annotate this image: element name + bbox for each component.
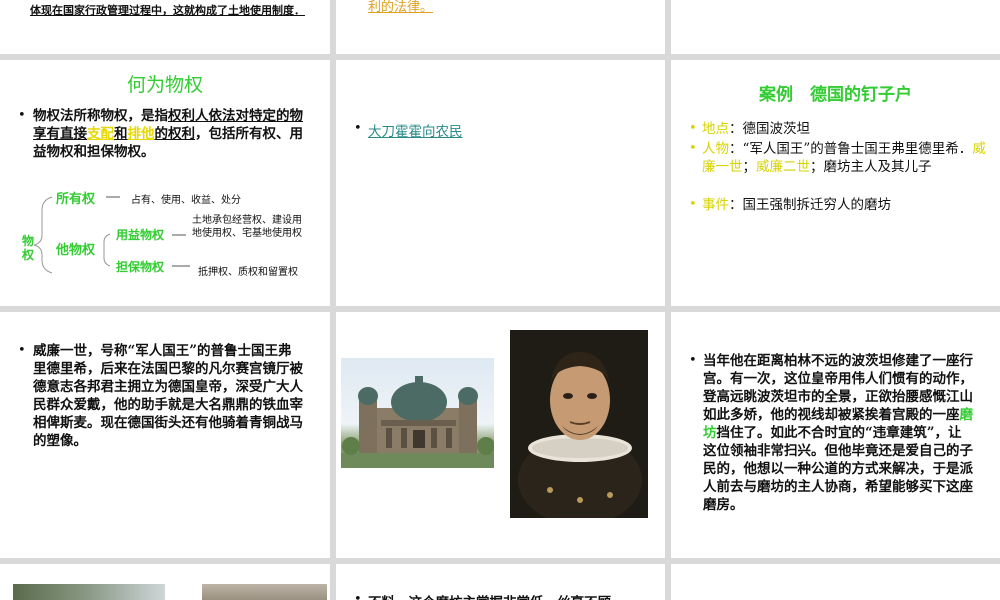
slide-bottom-middle: • 不料，这个磨坊主掌握非掌低，丝毫不顾 xyxy=(336,564,665,600)
case-people-sep: ； xyxy=(742,159,757,175)
bullet-marker: • xyxy=(18,343,26,358)
case-people-part-1: “军人国王”的普鲁士国王弗里德里希． xyxy=(742,141,973,157)
slide-story: • 当年他在距离柏林不远的波茨坦修建了一座行宫。有一次，这位皇帝用伟人们惯有的动… xyxy=(671,312,1000,558)
slide-top-left-text: 体现在国家行政管理过程中，这就构成了土地使用制度． xyxy=(30,4,305,17)
case-label-location: 地点 xyxy=(702,121,729,137)
tree-ownership-desc: 占有、使用、收益、处分 xyxy=(131,195,241,206)
bullet-marker: • xyxy=(689,353,697,368)
slide-case: 案例 德国的钉子户 • 地点：德国波茨坦 • 人物：“军人国王”的普鲁士国王弗里… xyxy=(671,60,1000,306)
case-text-event: 国王强制拆迁穷人的磨坊 xyxy=(742,197,892,213)
tree-ownership: 所有权 xyxy=(56,192,96,207)
slide-link: • 大刀霍霍向农民 xyxy=(336,60,665,306)
tree-usufruct-desc: 土地承包经营权、建设用地使用权、宅基地使用权 xyxy=(192,215,302,239)
berlin-cathedral-image xyxy=(341,358,494,468)
bullet-marker: • xyxy=(689,121,697,136)
case-item-location: • 地点：德国波茨坦 xyxy=(689,121,811,137)
tree-security-desc: 抵押权、质权和留置权 xyxy=(198,267,298,278)
slide-top-right xyxy=(671,0,1000,54)
case-label-event: 事件 xyxy=(702,197,729,213)
story-paragraph: 当年他在距离柏林不远的波茨坦修建了一座行宫。有一次，这位皇帝用伟人们惯有的动作，… xyxy=(703,352,975,514)
bottom-image-1 xyxy=(13,584,165,600)
portrait-image xyxy=(510,330,648,518)
story-text-after: 挡住了。如此不合时宜的“违章建筑”，让这位领袖非常扫兴。但他毕竟还是爱自己的子民… xyxy=(703,425,973,513)
tree-other-rights: 他物权 xyxy=(56,243,96,258)
case-title: 案例 德国的钉子户 xyxy=(759,85,912,105)
bullet-marker: • xyxy=(354,121,362,136)
tree-root-label: 物权 xyxy=(22,234,35,262)
bullet-marker: • xyxy=(689,197,697,212)
case-item-event: • 事件：国王强制拆迁穷人的磨坊 xyxy=(689,197,892,213)
slide-what-is-property-right: 何为物权 • 物权法所称物权，是指权利人依法对特定的物享有直接支配和排他的权利，… xyxy=(0,60,330,306)
slide-images xyxy=(336,312,665,558)
bottom-middle-text: 不料，这个磨坊主掌握非掌低，丝毫不顾 xyxy=(368,591,611,600)
slide-top-middle: 利的法律。 xyxy=(336,0,665,54)
slide-bottom-right xyxy=(671,564,1000,600)
story-text-before: 当年他在距离柏林不远的波茨坦修建了一座行宫。有一次，这位皇帝用伟人们惯有的动作，… xyxy=(703,353,973,423)
slide-bottom-left xyxy=(0,564,330,600)
bottom-image-2 xyxy=(202,584,327,600)
wilhelm-paragraph: 威廉一世，号称“军人国王”的普鲁士国王弗里德里希，后来在法国巴黎的凡尔赛宫镜厅被… xyxy=(33,343,303,449)
slide-top-left: 体现在国家行政管理过程中，这就构成了土地使用制度． xyxy=(0,0,330,54)
tree-security: 担保物权 xyxy=(116,260,165,274)
tree-usufruct: 用益物权 xyxy=(116,228,165,242)
case-item-people: • 人物：“军人国王”的普鲁士国王弗里德里希．威廉一世；威廉二世；磨坊主人及其儿… xyxy=(689,141,986,175)
case-people-wilhelm2: 威廉二世 xyxy=(756,159,810,175)
peasants-link[interactable]: 大刀霍霍向农民 xyxy=(368,120,463,140)
slide-wilhelm: • 威廉一世，号称“军人国王”的普鲁士国王弗里德里希，后来在法国巴黎的凡尔赛宫镜… xyxy=(0,312,330,558)
bullet-marker: • xyxy=(354,592,362,600)
case-text-location: 德国波茨坦 xyxy=(742,121,811,137)
slide-top-middle-text: 利的法律。 xyxy=(368,0,434,15)
case-people-part-2: ；磨坊主人及其儿子 xyxy=(810,159,932,175)
case-label-people: 人物 xyxy=(702,141,729,157)
bullet-marker: • xyxy=(689,141,697,156)
